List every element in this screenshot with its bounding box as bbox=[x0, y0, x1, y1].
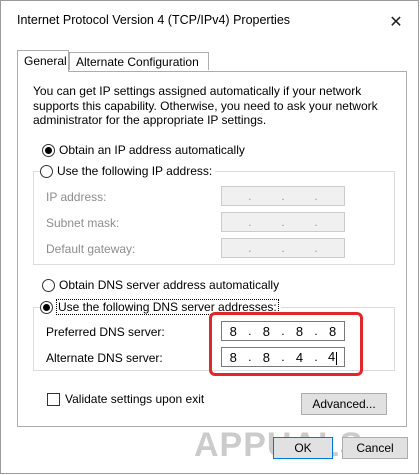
dns-highlight-box bbox=[209, 312, 363, 376]
validate-settings-checkbox[interactable] bbox=[47, 392, 60, 406]
radio-button[interactable] bbox=[42, 143, 55, 157]
radio-button[interactable] bbox=[40, 164, 53, 178]
radio-obtain-ip-auto[interactable]: Obtain an IP address automatically bbox=[42, 143, 245, 157]
validate-settings-label: Validate settings upon exit bbox=[65, 392, 205, 406]
radio-label: Use the following IP address: bbox=[57, 164, 213, 178]
ip-address-input[interactable]: . . . bbox=[221, 186, 345, 206]
ip-address-label: IP address: bbox=[46, 190, 107, 204]
radio-obtain-dns-auto[interactable]: Obtain DNS server address automatically bbox=[42, 278, 279, 292]
close-icon: ✕ bbox=[389, 14, 403, 31]
window-title: Internet Protocol Version 4 (TCP/IPv4) P… bbox=[17, 13, 291, 27]
subnet-mask-label: Subnet mask: bbox=[46, 216, 120, 230]
tab-strip: General Alternate Configuration bbox=[17, 50, 407, 72]
validate-settings-checkbox-row[interactable]: Validate settings upon exit bbox=[47, 392, 204, 406]
properties-dialog: Internet Protocol Version 4 (TCP/IPv4) P… bbox=[0, 0, 419, 474]
ok-button[interactable]: OK bbox=[273, 437, 333, 459]
advanced-button[interactable]: Advanced... bbox=[301, 393, 387, 415]
description-text: You can get IP settings assigned automat… bbox=[33, 84, 378, 127]
radio-button[interactable] bbox=[40, 300, 53, 314]
title-bar: Internet Protocol Version 4 (TCP/IPv4) P… bbox=[1, 1, 418, 41]
radio-selected-dot bbox=[43, 303, 50, 311]
subnet-mask-input[interactable]: . . . bbox=[221, 212, 345, 232]
tab-alternate-configuration[interactable]: Alternate Configuration bbox=[69, 52, 209, 70]
radio-label: Obtain DNS server address automatically bbox=[59, 278, 280, 292]
radio-selected-dot bbox=[45, 146, 52, 154]
preferred-dns-label: Preferred DNS server: bbox=[46, 325, 165, 339]
default-gateway-label: Default gateway: bbox=[46, 242, 136, 256]
cancel-button[interactable]: Cancel bbox=[342, 437, 408, 459]
alternate-dns-label: Alternate DNS server: bbox=[46, 351, 163, 365]
radio-use-following-ip[interactable]: Use the following IP address: bbox=[40, 164, 216, 178]
tab-general[interactable]: General bbox=[17, 50, 69, 72]
default-gateway-input[interactable]: . . . bbox=[221, 238, 345, 258]
close-button[interactable]: ✕ bbox=[382, 11, 410, 33]
radio-label: Obtain an IP address automatically bbox=[59, 143, 245, 157]
radio-button[interactable] bbox=[42, 278, 55, 292]
